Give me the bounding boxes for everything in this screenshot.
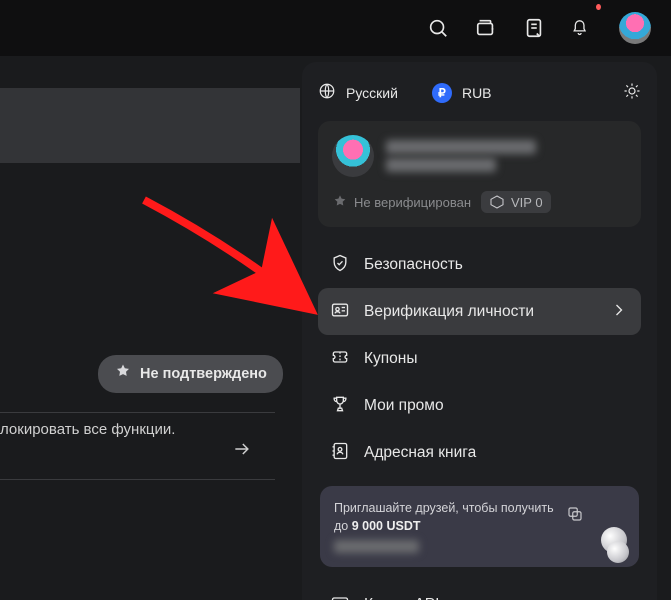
continue-arrow-button[interactable] [226,438,258,460]
sidebar-item-security[interactable]: Безопасность [318,241,641,288]
sidebar-item-label: Безопасность [364,256,629,274]
lang-currency-row: Русский ₽ RUB [318,82,641,103]
currency-chip[interactable]: ₽ [432,83,452,103]
profile-card[interactable]: Не верифицирован VIP 0 [318,121,641,227]
sidebar-item-api-keys[interactable]: Ключи API [318,581,641,600]
chevron-right-icon [609,300,629,323]
coin-stack-icon [597,527,633,563]
address-book-icon [330,441,350,464]
avatar[interactable] [619,12,651,44]
sidebar-item-address-book[interactable]: Адресная книга [318,429,641,476]
sidebar-item-identity-verification[interactable]: Верификация личности [318,288,641,335]
sidebar-item-label: Верификация личности [364,303,595,321]
topbar [0,0,671,56]
verification-status-chip: Не верифицирован [332,194,471,210]
shield-icon [330,253,350,276]
badge-star-icon [114,363,132,385]
trophy-icon [330,394,350,417]
referral-code-redacted [334,540,419,553]
profile-name-redacted [386,140,536,154]
profile-text [386,140,536,172]
referral-line1: Приглашайте друзей, чтобы получить [334,500,587,518]
referral-card[interactable]: Приглашайте друзей, чтобы получить до 9 … [320,486,639,567]
vip-label: VIP 0 [511,195,543,210]
account-dropdown: Русский ₽ RUB Не верифицирован VIP 0 [302,62,657,600]
theme-toggle-icon[interactable] [623,82,641,103]
vip-chip[interactable]: VIP 0 [481,191,551,213]
currency-label[interactable]: RUB [462,85,492,101]
status-badge-unconfirmed: Не подтверждено [98,355,283,393]
sidebar-item-promo[interactable]: Мои промо [318,382,641,429]
sidebar-item-coupons[interactable]: Купоны [318,335,641,382]
profile-avatar [332,135,374,177]
page-subpanel [0,88,300,163]
sidebar-item-label: Адресная книга [364,444,629,462]
account-menu: Безопасность Верификация личности Купоны… [318,241,641,600]
profile-id-redacted [386,158,496,172]
sidebar-item-label: Ключи API [364,596,629,600]
sidebar-item-label: Мои промо [364,397,629,415]
orders-icon[interactable] [523,17,545,39]
ticket-icon [330,347,350,370]
sidebar-item-label: Купоны [364,350,629,368]
status-badge-label: Не подтверждено [140,366,267,382]
referral-line2: до 9 000 USDT [334,518,587,536]
verification-status-label: Не верифицирован [354,195,471,210]
api-icon [330,593,350,600]
bell-icon[interactable] [571,17,593,39]
language-label[interactable]: Русский [346,85,398,101]
globe-icon[interactable] [318,82,336,103]
copy-icon[interactable] [563,502,587,526]
id-card-icon [330,300,350,323]
search-icon[interactable] [427,17,449,39]
wallet-icon[interactable] [475,17,497,39]
